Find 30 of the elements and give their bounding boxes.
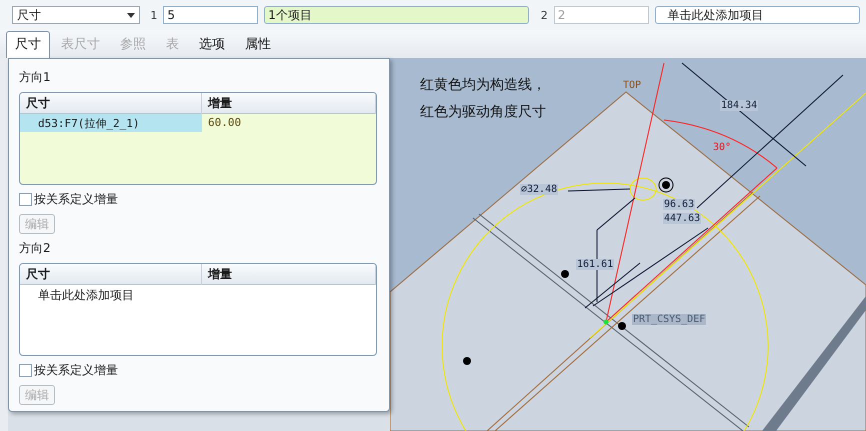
type-dropdown[interactable]: 尺寸 [12,6,140,24]
direction-number: 1 [150,8,158,22]
column-header: 尺寸 [20,264,202,285]
checkbox[interactable] [19,364,32,377]
checkbox[interactable] [19,193,32,206]
dimension-label: ⌀32.48 [520,184,558,195]
items-field[interactable]: 1个项目 [264,6,529,24]
section-title: 方向1 [19,69,52,86]
datum-label: TOP [622,80,642,91]
dimension-label: 447.63 [663,213,702,224]
checkbox-label: 按关系定义增量 [34,362,118,379]
tab[interactable]: 选项 [190,31,234,58]
dimension-label: 96.63 [663,199,696,210]
direction-number: 2 [540,8,548,22]
annotation-text: 红色为驱动角度尺寸 [420,103,546,121]
count-field[interactable]: 5 [163,6,258,24]
dimension-label: 161.61 [576,259,614,270]
add-item-row[interactable]: 单击此处添加项目 [20,285,376,306]
tab[interactable]: 尺寸 [6,31,50,58]
tab[interactable]: 属性 [236,31,280,58]
items-field[interactable]: 单击此处添加项目 [654,6,860,24]
section-title: 方向2 [19,240,52,257]
dimension-label: 30° [712,142,732,153]
caret-icon [127,12,136,18]
csys-label: PRT_CSYS_DEF [632,314,706,325]
column-header: 增量 [202,93,376,114]
dimension-label: 184.34 [720,100,758,111]
annotation-text: 红黄色均为构造线， [420,76,546,94]
column-header: 增量 [202,264,376,285]
checkbox-label: 按关系定义增量 [34,191,118,208]
